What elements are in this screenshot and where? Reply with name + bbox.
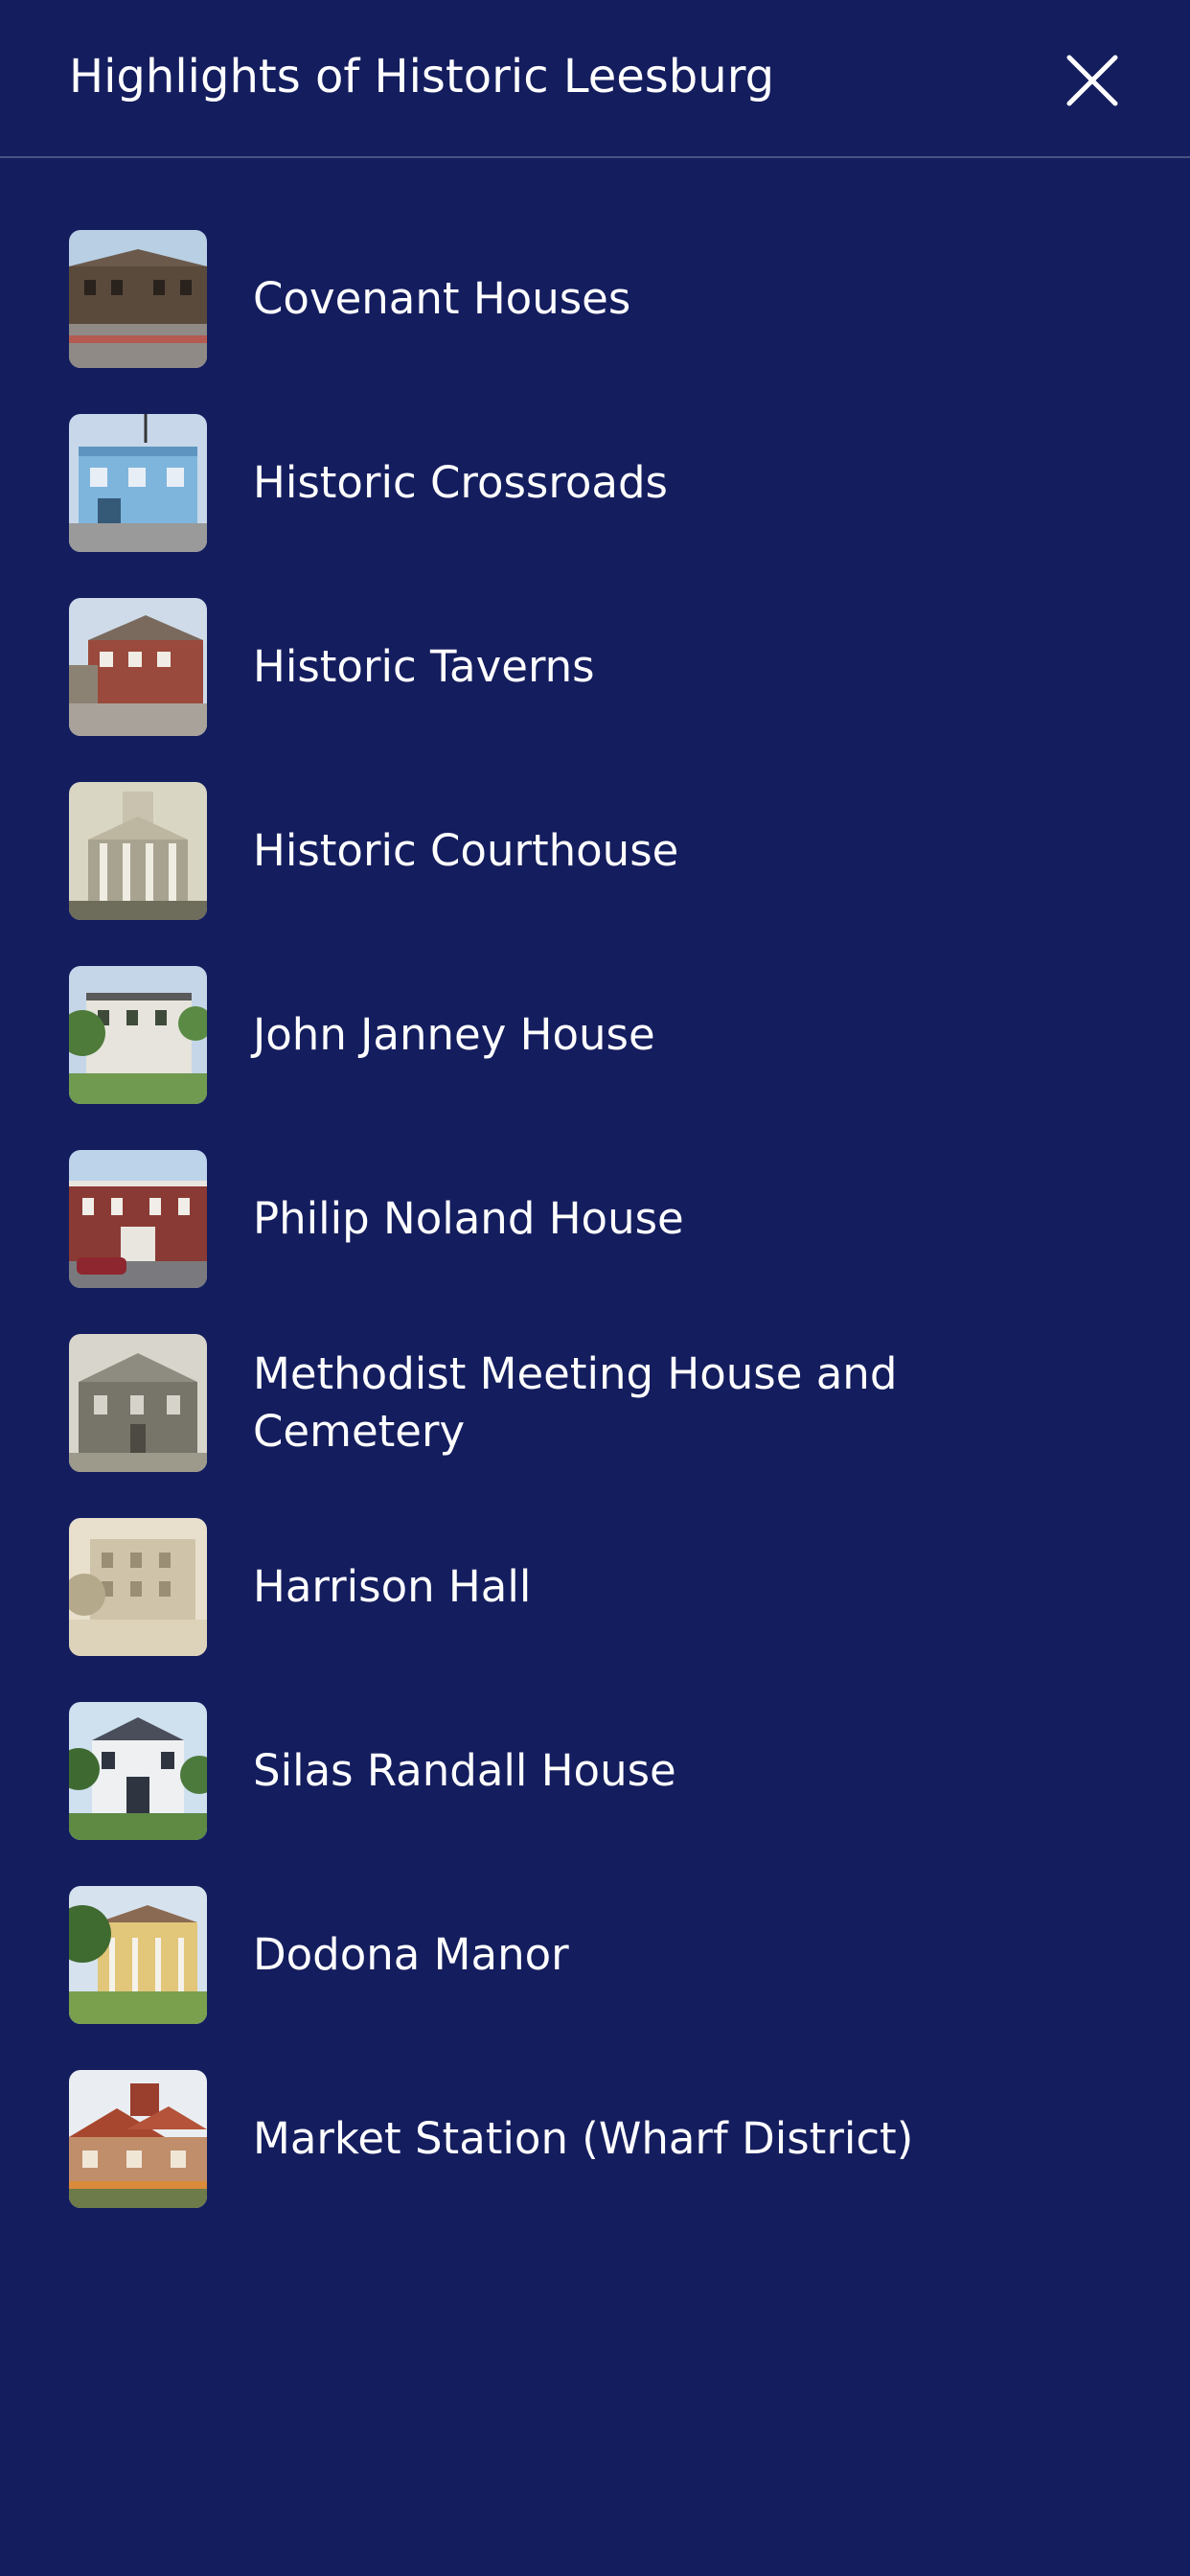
philip-noland-house-photo-thumbnail <box>69 1150 207 1288</box>
covenant-houses-photo-thumbnail <box>69 230 207 368</box>
list-item-john-janney-house[interactable]: John Janney House <box>0 966 1190 1104</box>
list-item-label: Harrison Hall <box>253 1561 532 1612</box>
list-item-label: Historic Courthouse <box>253 825 679 876</box>
close-icon <box>1066 55 1118 106</box>
john-janney-house-photo-thumbnail <box>69 966 207 1104</box>
list-item-historic-taverns[interactable]: Historic Taverns <box>0 598 1190 736</box>
list-item-philip-noland-house[interactable]: Philip Noland House <box>0 1150 1190 1288</box>
list-item-label: Market Station (Wharf District) <box>253 2113 914 2164</box>
methodist-meeting-house-photo-thumbnail <box>69 1334 207 1472</box>
list-item-dodona-manor[interactable]: Dodona Manor <box>0 1886 1190 2024</box>
header-bar: Highlights of Historic Leesburg <box>0 0 1190 158</box>
list-item-market-station[interactable]: Market Station (Wharf District) <box>0 2070 1190 2208</box>
historic-crossroads-photo-thumbnail <box>69 414 207 552</box>
list-item-covenant-houses[interactable]: Covenant Houses <box>0 230 1190 368</box>
list-item-label: Philip Noland House <box>253 1193 684 1244</box>
list-item-label: Historic Taverns <box>253 641 595 692</box>
list-item-methodist-meeting-house[interactable]: Methodist Meeting House and Cemetery <box>0 1334 1190 1472</box>
list-item-label: Methodist Meeting House and Cemetery <box>253 1348 898 1457</box>
close-button[interactable] <box>1054 42 1131 119</box>
list-item-harrison-hall[interactable]: Harrison Hall <box>0 1518 1190 1656</box>
list-item-historic-courthouse[interactable]: Historic Courthouse <box>0 782 1190 920</box>
list-item-label: Historic Crossroads <box>253 457 668 508</box>
market-station-photo-thumbnail <box>69 2070 207 2208</box>
harrison-hall-photo-thumbnail <box>69 1518 207 1656</box>
list-item-label: John Janney House <box>253 1009 655 1060</box>
list-item-label: Silas Randall House <box>253 1745 676 1796</box>
historic-taverns-photo-thumbnail <box>69 598 207 736</box>
list-item-silas-randall-house[interactable]: Silas Randall House <box>0 1702 1190 1840</box>
silas-randall-house-photo-thumbnail <box>69 1702 207 1840</box>
page-title: Highlights of Historic Leesburg <box>69 50 775 104</box>
historic-courthouse-photo-thumbnail <box>69 782 207 920</box>
list-item-label: Covenant Houses <box>253 273 631 324</box>
list-item-historic-crossroads[interactable]: Historic Crossroads <box>0 414 1190 552</box>
list-item-label: Dodona Manor <box>253 1929 569 1980</box>
dodona-manor-photo-thumbnail <box>69 1886 207 2024</box>
highlights-list: Covenant Houses Historic Crossroads Hist… <box>0 230 1190 2254</box>
